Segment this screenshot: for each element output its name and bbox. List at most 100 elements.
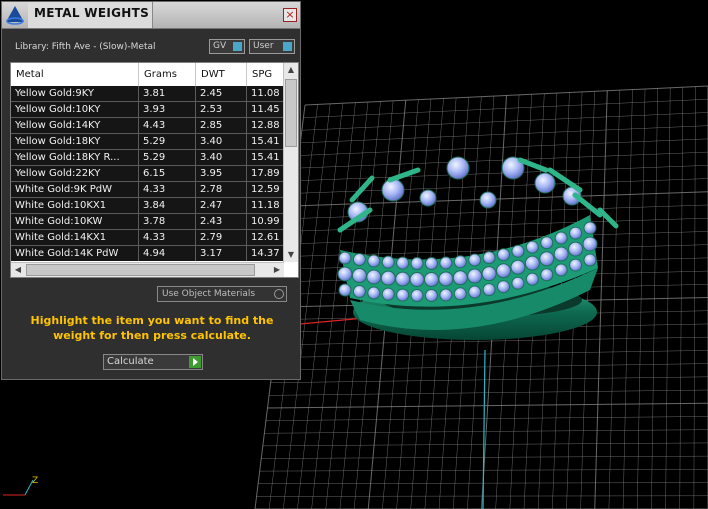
gem-stone	[554, 263, 568, 277]
gem-stone	[410, 289, 424, 303]
gem-stone	[410, 257, 424, 271]
metal-cell: Yellow Gold:18KY	[11, 134, 139, 149]
gem-stone	[338, 283, 352, 297]
table-row[interactable]: White Gold:10KW 3.78 2.43 10.99	[11, 214, 284, 230]
radio-icon[interactable]	[274, 289, 284, 299]
gem-stone	[482, 283, 496, 297]
gv-toggle[interactable]: GV	[209, 39, 245, 54]
gem-stone	[446, 156, 470, 180]
table-header: Metal Grams DWT SPG	[11, 63, 284, 87]
spg-cell: 11.45	[247, 102, 284, 117]
scroll-right-icon[interactable]: ▶	[270, 263, 284, 277]
dwt-cell: 2.78	[196, 182, 247, 197]
gem-stone	[352, 285, 366, 299]
gem-stone	[337, 266, 353, 282]
table-body: Yellow Gold:9KY 3.81 2.45 11.08 Yellow Gold:…	[11, 86, 284, 261]
table-row[interactable]: Yellow Gold:10KY 3.93 2.53 11.45	[11, 102, 284, 118]
spg-cell: 10.99	[247, 214, 284, 229]
table-row[interactable]: White Gold:14KX1 4.33 2.79 12.61	[11, 230, 284, 246]
gem-stone	[525, 272, 539, 286]
gem-stone	[381, 287, 395, 301]
play-icon	[189, 356, 201, 368]
gem-stone	[534, 172, 556, 194]
column-header-grams[interactable]: Grams	[139, 63, 196, 86]
metal-cell: White Gold:9K PdW	[11, 182, 139, 197]
library-label: Library: Fifth Ave - (Slow)-Metal	[15, 42, 156, 52]
table-row[interactable]: Yellow Gold:14KY 4.43 2.85 12.88	[11, 118, 284, 134]
gem-stone	[381, 255, 395, 269]
table-row[interactable]: White Gold:10KX1 3.84 2.47 11.18	[11, 198, 284, 214]
scroll-up-icon[interactable]: ▲	[284, 63, 298, 77]
table-row[interactable]: Yellow Gold:22KY 6.15 3.95 17.89	[11, 166, 284, 182]
use-object-materials-option[interactable]: Use Object Materials	[157, 286, 287, 302]
spg-cell: 17.89	[247, 166, 284, 181]
gem-stone	[497, 280, 511, 294]
metal-cell: Yellow Gold:9KY	[11, 86, 139, 101]
metal-weights-dialog: METAL WEIGHTS × Library: Fifth Ave - (Sl…	[1, 1, 301, 380]
table-row[interactable]: Yellow Gold:18KY 5.29 3.40 15.41	[11, 134, 284, 150]
grams-cell: 4.33	[139, 182, 196, 197]
gem-stone	[424, 257, 438, 271]
gem-stone	[482, 251, 496, 265]
gem-stone	[569, 258, 583, 272]
calculate-button[interactable]: Calculate	[103, 354, 203, 370]
dwt-cell: 3.17	[196, 246, 247, 261]
gem-stone	[553, 246, 569, 262]
grams-cell: 3.81	[139, 86, 196, 101]
gem-stone	[438, 271, 454, 287]
table-row[interactable]: Yellow Gold:9KY 3.81 2.45 11.08	[11, 86, 284, 102]
gem-stone	[525, 240, 539, 254]
gem-stone	[511, 276, 525, 290]
vertical-scrollbar[interactable]: ▲ ▼	[283, 63, 298, 262]
ring-model[interactable]	[337, 156, 619, 340]
close-button[interactable]: ×	[283, 8, 297, 22]
column-header-metal[interactable]: Metal	[11, 63, 139, 86]
dwt-cell: 2.79	[196, 230, 247, 245]
gem-stone	[338, 251, 352, 265]
table-row[interactable]: Yellow Gold:18KY R... 5.29 3.40 15.41	[11, 150, 284, 166]
z-axis-label: Z	[32, 476, 38, 486]
dialog-title: METAL WEIGHTS	[34, 6, 150, 20]
dwt-cell: 2.85	[196, 118, 247, 133]
column-header-spg[interactable]: SPG	[247, 63, 284, 86]
dwt-cell: 3.95	[196, 166, 247, 181]
gem-stone	[439, 288, 453, 302]
dwt-cell: 2.45	[196, 86, 247, 101]
scroll-left-icon[interactable]: ◀	[11, 263, 25, 277]
grams-cell: 4.33	[139, 230, 196, 245]
horizontal-scroll-thumb[interactable]	[26, 264, 255, 276]
user-toggle-label: User	[253, 41, 274, 51]
gem-stone	[423, 272, 439, 288]
title-bar[interactable]: METAL WEIGHTS ×	[2, 2, 300, 29]
dwt-cell: 3.40	[196, 150, 247, 165]
dwt-cell: 2.47	[196, 198, 247, 213]
spg-cell: 15.41	[247, 150, 284, 165]
dwt-cell: 3.40	[196, 134, 247, 149]
gem-stone	[497, 248, 511, 262]
gem-stone	[540, 268, 554, 282]
table-row[interactable]: White Gold:9K PdW 4.33 2.78 12.59	[11, 182, 284, 198]
gem-stone	[554, 231, 568, 245]
calculate-label: Calculate	[107, 356, 154, 367]
prong	[387, 167, 421, 183]
gem-stone	[540, 236, 554, 250]
gem-stone	[453, 287, 467, 301]
horizontal-scrollbar[interactable]: ◀ ▶	[11, 262, 284, 277]
gem-stone	[583, 253, 597, 267]
scroll-down-icon[interactable]: ▼	[284, 248, 298, 262]
metal-weights-table[interactable]: Metal Grams DWT SPG Yellow Gold:9KY 3.81 2…	[10, 62, 299, 278]
grams-cell: 3.84	[139, 198, 196, 213]
metal-cell: White Gold:14KX1	[11, 230, 139, 245]
gem-stone	[419, 189, 437, 207]
grams-cell: 3.78	[139, 214, 196, 229]
metal-cell: Yellow Gold:18KY R...	[11, 150, 139, 165]
column-header-dwt[interactable]: DWT	[196, 63, 247, 86]
table-row[interactable]: White Gold:14K PdW 4.94 3.17 14.37	[11, 246, 284, 261]
user-toggle[interactable]: User	[249, 39, 295, 54]
gem-stone	[396, 256, 410, 270]
vertical-scroll-thumb[interactable]	[285, 79, 297, 147]
gem-stone	[452, 270, 468, 286]
grams-cell: 4.94	[139, 246, 196, 261]
metal-cell: White Gold:10KX1	[11, 198, 139, 213]
gem-stone	[367, 286, 381, 300]
